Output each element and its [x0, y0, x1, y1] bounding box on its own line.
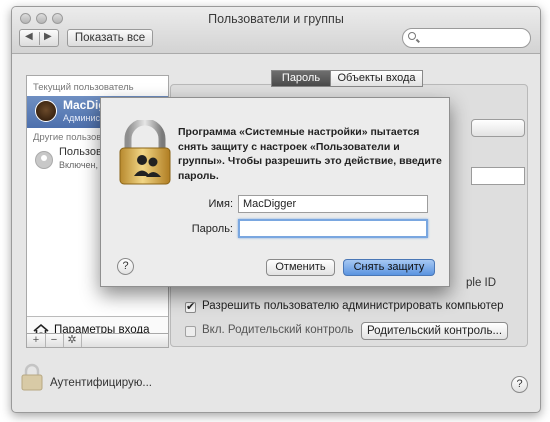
lock-icon[interactable]: [21, 363, 43, 391]
back-forward-control[interactable]: ◀ ▶: [19, 29, 59, 47]
search-input[interactable]: [402, 28, 531, 48]
search-icon: [408, 32, 416, 40]
password-label: Пароль:: [191, 223, 233, 235]
add-user-button[interactable]: +: [27, 334, 46, 347]
change-password-button[interactable]: [471, 119, 525, 137]
owl-avatar-icon: [35, 100, 57, 122]
guest-avatar-icon: [35, 151, 53, 169]
parental-controls-label: Вкл. Родительский контроль: [202, 324, 354, 336]
sidebar-buttons: + − ✲: [26, 333, 169, 348]
dialog-help-button[interactable]: ?: [117, 258, 134, 275]
name-field[interactable]: MacDigger: [238, 195, 428, 213]
parental-controls-checkbox[interactable]: [185, 326, 196, 337]
allow-admin-label: Разрешить пользователю администрировать …: [202, 300, 504, 312]
back-arrow-icon[interactable]: ◀: [25, 31, 33, 42]
apple-id-label: ple ID: [466, 277, 497, 289]
password-field[interactable]: [238, 219, 428, 238]
show-all-button[interactable]: Показать все: [67, 29, 153, 47]
checkmark-icon: ✔: [186, 301, 196, 313]
name-label: Имя:: [208, 198, 233, 210]
auth-dialog: Программа «Системные настройки» пытается…: [100, 97, 450, 287]
current-user-header: Текущий пользователь: [33, 82, 134, 93]
full-name-field[interactable]: [471, 167, 525, 185]
forward-arrow-icon[interactable]: ▶: [44, 31, 52, 42]
help-button[interactable]: ?: [511, 376, 528, 393]
allow-admin-checkbox[interactable]: ✔: [185, 301, 196, 313]
dialog-message: Программа «Системные настройки» пытается…: [178, 126, 442, 182]
segment-divider: [39, 32, 40, 45]
unlock-button[interactable]: Снять защиту: [343, 259, 435, 276]
cancel-button[interactable]: Отменить: [266, 259, 335, 276]
parental-controls-button[interactable]: Родительский контроль...: [361, 322, 508, 340]
gear-icon[interactable]: ✲: [63, 334, 82, 347]
tab-password[interactable]: Пароль: [271, 70, 331, 87]
remove-user-button[interactable]: −: [45, 334, 64, 347]
tab-login-items[interactable]: Объекты входа: [330, 70, 423, 87]
window-title: Пользователи и группы: [208, 12, 344, 26]
auth-status-text: Аутентифицирую...: [50, 377, 152, 389]
title-bar: Пользователи и группы ◀ ▶ Показать все: [12, 7, 540, 54]
padlock-icon: [119, 120, 171, 185]
